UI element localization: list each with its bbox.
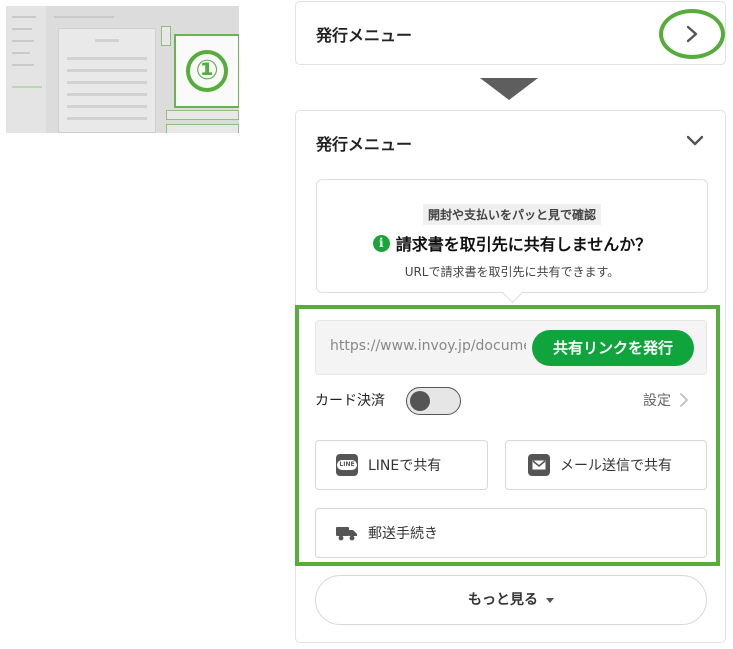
- card-payment-label: カード決済: [315, 393, 385, 409]
- chevron-right-icon: [680, 393, 688, 407]
- truck-icon: [336, 527, 357, 541]
- settings-label: 設定: [643, 393, 671, 409]
- thumbnail-row: [67, 57, 147, 60]
- show-more-label: もっと見る: [468, 592, 538, 608]
- thumbnail-highlight: [166, 110, 239, 120]
- issue-share-link-button[interactable]: 共有リンクを発行: [532, 330, 694, 366]
- chevron-down-icon: [686, 135, 704, 146]
- share-info-box: 開封や支払いをパッと見で確認 i 請求書を取引先に共有しませんか？ URLで請求…: [316, 179, 708, 293]
- thumbnail-line: [12, 86, 42, 88]
- line-share-label: LINEで共有: [368, 458, 442, 474]
- issue-menu-title: 発行メニュー: [316, 26, 413, 45]
- share-link-row: https://www.invoy.jp/documents 共有リンクを発行: [315, 320, 707, 375]
- arrow-down-indicator: [480, 78, 538, 100]
- line-icon-label: LINE: [337, 460, 357, 470]
- info-icon: i: [372, 234, 390, 252]
- mail-icon: [528, 454, 550, 476]
- expand-menu-button[interactable]: [659, 9, 725, 59]
- chevron-right-icon: [686, 25, 698, 43]
- mail-share-button[interactable]: メール送信で共有: [505, 440, 707, 490]
- card-payment-settings-link[interactable]: 設定: [643, 390, 689, 410]
- line-share-button[interactable]: LINE LINEで共有: [315, 440, 488, 490]
- thumbnail-row: [95, 39, 119, 42]
- envelope-icon: [532, 460, 546, 470]
- postal-procedure-label: 郵送手続き: [368, 526, 438, 542]
- share-url-field[interactable]: https://www.invoy.jp/documents: [330, 338, 526, 354]
- thumbnail-sidebar: [6, 6, 46, 133]
- thumbnail-row: [67, 105, 147, 108]
- thumbnail-highlight: [161, 26, 171, 46]
- thumbnail-row: [67, 117, 147, 120]
- thumbnail-row: [67, 81, 147, 84]
- mail-share-label: メール送信で共有: [560, 458, 672, 474]
- info-pill: 開封や支払いをパッと見で確認: [422, 204, 601, 225]
- thumbnail-line: [12, 52, 30, 54]
- share-subtext: URLで請求書を取引先に共有できます。: [404, 265, 620, 279]
- thumbnail-row: [67, 93, 147, 96]
- thumbnail-line: [12, 16, 36, 18]
- line-icon: LINE: [336, 454, 358, 476]
- share-headline: i 請求書を取引先に共有しませんか？: [317, 231, 707, 255]
- collapse-menu-button[interactable]: [683, 129, 707, 153]
- thumbnail-line: [12, 64, 34, 66]
- caret-down-icon: [546, 597, 554, 603]
- thumbnail-highlight: [166, 124, 239, 133]
- thumbnail-line: [54, 16, 114, 18]
- issue-menu-title: 発行メニュー: [316, 135, 413, 154]
- step-badge: ①: [174, 34, 239, 108]
- thumbnail-line: [12, 40, 34, 42]
- thumbnail-line: [12, 28, 32, 30]
- card-payment-toggle[interactable]: [406, 387, 461, 415]
- show-more-button[interactable]: もっと見る: [315, 575, 707, 625]
- thumbnail-row: [67, 69, 147, 72]
- thumbnail-document: [58, 28, 156, 133]
- step-number: ①: [186, 50, 228, 92]
- issue-menu-collapsed[interactable]: 発行メニュー: [295, 1, 726, 65]
- thumbnail-preview: ①: [6, 6, 239, 133]
- postal-procedure-button[interactable]: 郵送手続き: [315, 508, 707, 558]
- toggle-knob: [410, 391, 430, 411]
- share-headline-text: 請求書を取引先に共有しませんか？: [395, 235, 652, 254]
